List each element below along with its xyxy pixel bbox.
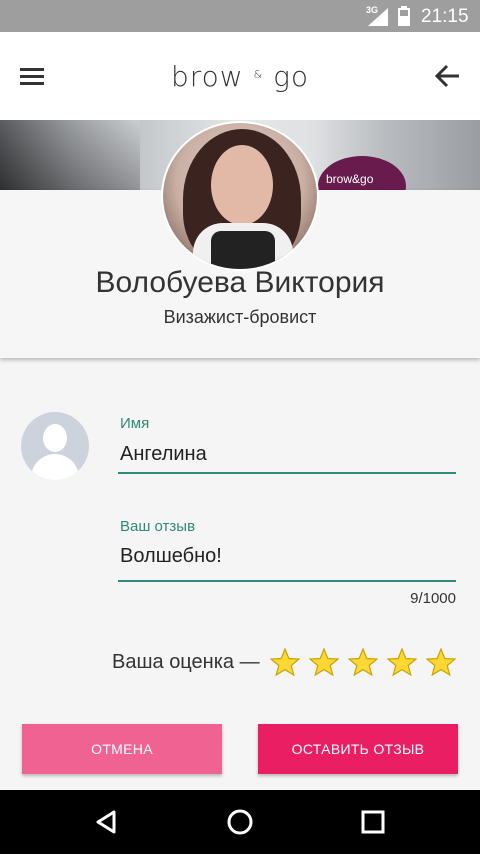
cancel-button[interactable]: ОТМЕНА — [22, 724, 222, 774]
review-label: Ваш отзыв — [120, 518, 196, 535]
name-underline — [118, 472, 456, 474]
signal-icon — [368, 8, 388, 26]
review-underline — [118, 580, 456, 582]
star-icon[interactable] — [387, 648, 417, 676]
name-label: Имя — [120, 415, 150, 432]
battery-icon — [398, 6, 410, 26]
back-arrow-icon[interactable] — [426, 56, 470, 96]
star-icon[interactable] — [426, 648, 456, 676]
star-icon[interactable] — [309, 648, 339, 676]
status-bar: 3G 21:15 — [0, 0, 480, 32]
user-avatar-icon — [21, 412, 89, 480]
recents-icon[interactable] — [343, 800, 403, 844]
shop-sign-text: brow&go — [326, 172, 374, 186]
app-logo: brow & go — [170, 60, 310, 93]
master-role: Визажист-бровист — [163, 307, 317, 327]
clock: 21:15 — [421, 6, 469, 27]
home-icon[interactable] — [210, 800, 270, 844]
submit-review-button[interactable]: ОСТАВИТЬ ОТЗЫВ — [258, 724, 458, 774]
star-icon[interactable] — [270, 648, 300, 676]
star-icon[interactable] — [348, 648, 378, 676]
master-avatar — [161, 121, 319, 271]
rating-label: Ваша оценка — — [112, 651, 260, 673]
name-input[interactable]: Ангелина — [120, 443, 207, 466]
review-input[interactable]: Волшебно! — [120, 545, 222, 568]
navigation-bar — [0, 790, 480, 854]
master-name: Волобуева Виктория — [95, 266, 385, 299]
app-bar: brow & go — [0, 32, 480, 120]
back-icon[interactable] — [76, 800, 136, 844]
character-counter: 9/1000 — [410, 590, 456, 607]
